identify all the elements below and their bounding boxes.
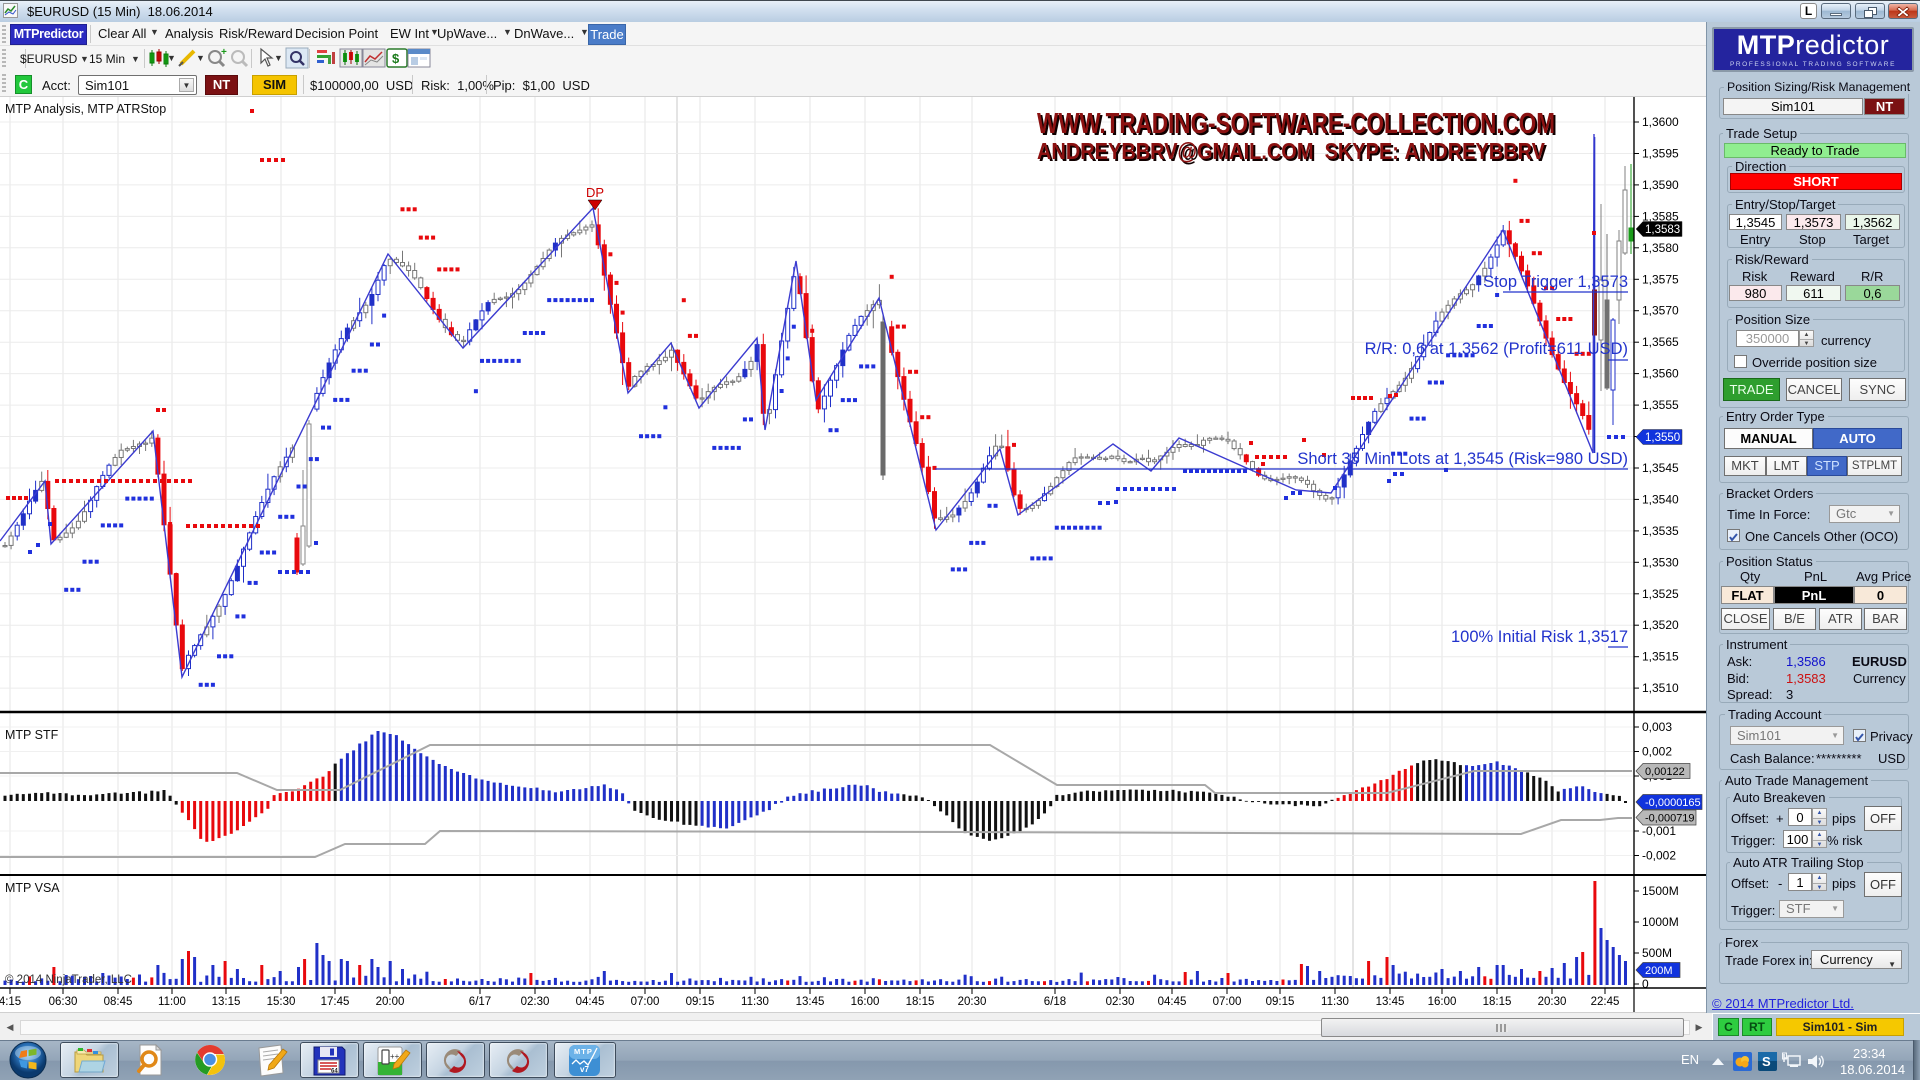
svg-text:v7: v7 (580, 1065, 589, 1074)
svg-text:-0,000719: -0,000719 (1645, 813, 1695, 825)
svg-text:1,3600: 1,3600 (1642, 115, 1679, 129)
svg-text:1,3550: 1,3550 (1645, 432, 1680, 444)
svg-text:1,3555: 1,3555 (1642, 398, 1679, 412)
svg-text:100% Initial Risk 1,3517: 100% Initial Risk 1,3517 (1451, 628, 1628, 646)
svg-text:1,3580: 1,3580 (1642, 241, 1679, 255)
svg-text:-0,001: -0,001 (1642, 824, 1676, 838)
svg-text:06:30: 06:30 (49, 996, 78, 1008)
svg-text:11:00: 11:00 (158, 996, 186, 1008)
svg-text:09:15: 09:15 (686, 996, 715, 1008)
svg-text:02:30: 02:30 (521, 996, 550, 1008)
svg-text:0,00122: 0,00122 (1645, 766, 1685, 778)
svg-text:200M: 200M (1645, 965, 1673, 977)
svg-text:MTP STF: MTP STF (5, 728, 59, 742)
svg-text:4:15: 4:15 (0, 996, 21, 1008)
svg-text:+: + (221, 47, 227, 58)
svg-text:1,3575: 1,3575 (1642, 272, 1679, 286)
svg-text:1,3540: 1,3540 (1642, 492, 1679, 506)
svg-text:0,003: 0,003 (1642, 720, 1672, 734)
svg-text:07:00: 07:00 (631, 996, 660, 1008)
svg-text:500M: 500M (1642, 946, 1672, 960)
svg-text:1,3515: 1,3515 (1642, 650, 1679, 664)
svg-text:6/17: 6/17 (469, 996, 491, 1008)
svg-text:15:30: 15:30 (267, 996, 296, 1008)
svg-text:R/R: 0,6 at 1,3562 (Profit=611: R/R: 0,6 at 1,3562 (Profit=611 USD) (1365, 340, 1628, 358)
svg-text:11:30: 11:30 (741, 996, 769, 1008)
svg-text:1000M: 1000M (1642, 915, 1679, 929)
svg-text:0,002: 0,002 (1642, 745, 1672, 759)
svg-text:Short 35 Mini Lots at 1,3545 (: Short 35 Mini Lots at 1,3545 (Risk=980 U… (1297, 450, 1628, 468)
svg-text:© 2014 NinjaTrader, LLC: © 2014 NinjaTrader, LLC (5, 974, 132, 986)
svg-text:18:15: 18:15 (1483, 996, 1512, 1008)
svg-text:04:45: 04:45 (1158, 996, 1187, 1008)
svg-text:-0,0000165: -0,0000165 (1645, 797, 1701, 809)
svg-text:16:00: 16:00 (851, 996, 880, 1008)
svg-text:1,3583: 1,3583 (1645, 224, 1680, 236)
svg-text:1,3535: 1,3535 (1642, 524, 1679, 538)
svg-text:S: S (1762, 1054, 1771, 1069)
svg-text:07:00: 07:00 (1213, 996, 1242, 1008)
svg-text:04:45: 04:45 (576, 996, 605, 1008)
svg-text:-0,002: -0,002 (1642, 849, 1676, 863)
svg-text:17:45: 17:45 (321, 996, 350, 1008)
svg-text:1,3545: 1,3545 (1642, 461, 1679, 475)
svg-text:1,3595: 1,3595 (1642, 147, 1679, 161)
svg-text:02:30: 02:30 (1106, 996, 1135, 1008)
svg-text:MTP VSA: MTP VSA (5, 881, 60, 895)
svg-text:13:45: 13:45 (1376, 996, 1405, 1008)
svg-text:ANDREYBBRV@GMAIL.COM SKYPE: A: ANDREYBBRV@GMAIL.COM SKYPE: ANDREYBBRV (1037, 138, 1546, 164)
svg-text:DP: DP (586, 185, 604, 200)
svg-text:1,3510: 1,3510 (1642, 681, 1679, 695)
svg-text:1,3565: 1,3565 (1642, 335, 1679, 349)
svg-text:16:00: 16:00 (1428, 996, 1457, 1008)
svg-text:22:45: 22:45 (1591, 996, 1620, 1008)
svg-text:18:15: 18:15 (906, 996, 935, 1008)
svg-text:$: $ (392, 51, 400, 66)
svg-text:0: 0 (1642, 977, 1649, 991)
svg-text:WWW.TRADING-SOFTWARE-COLLECTIO: WWW.TRADING-SOFTWARE-COLLECTION.COM (1037, 108, 1555, 140)
svg-text:6/18: 6/18 (1044, 996, 1066, 1008)
svg-text:1,3560: 1,3560 (1642, 367, 1679, 381)
svg-text:13:15: 13:15 (212, 996, 241, 1008)
svg-text:Stop Trigger 1,3573: Stop Trigger 1,3573 (1483, 273, 1628, 291)
svg-text:1,3530: 1,3530 (1642, 555, 1679, 569)
svg-text:MTP: MTP (574, 1047, 593, 1056)
svg-text:13:45: 13:45 (796, 996, 825, 1008)
svg-text:1,3520: 1,3520 (1642, 618, 1679, 632)
svg-text:20:00: 20:00 (376, 996, 405, 1008)
svg-text:11:30: 11:30 (1321, 996, 1349, 1008)
svg-text:1,3590: 1,3590 (1642, 178, 1679, 192)
svg-text:MTP Analysis, MTP ATRStop: MTP Analysis, MTP ATRStop (5, 102, 166, 116)
svg-text:1,3525: 1,3525 (1642, 587, 1679, 601)
svg-text:08:45: 08:45 (104, 996, 133, 1008)
svg-text:1,3570: 1,3570 (1642, 304, 1679, 318)
svg-text:09:15: 09:15 (1266, 996, 1295, 1008)
svg-text:1500M: 1500M (1642, 884, 1679, 898)
svg-text:20:30: 20:30 (958, 996, 987, 1008)
svg-text:64: 64 (331, 1069, 338, 1075)
svg-text:20:30: 20:30 (1538, 996, 1567, 1008)
